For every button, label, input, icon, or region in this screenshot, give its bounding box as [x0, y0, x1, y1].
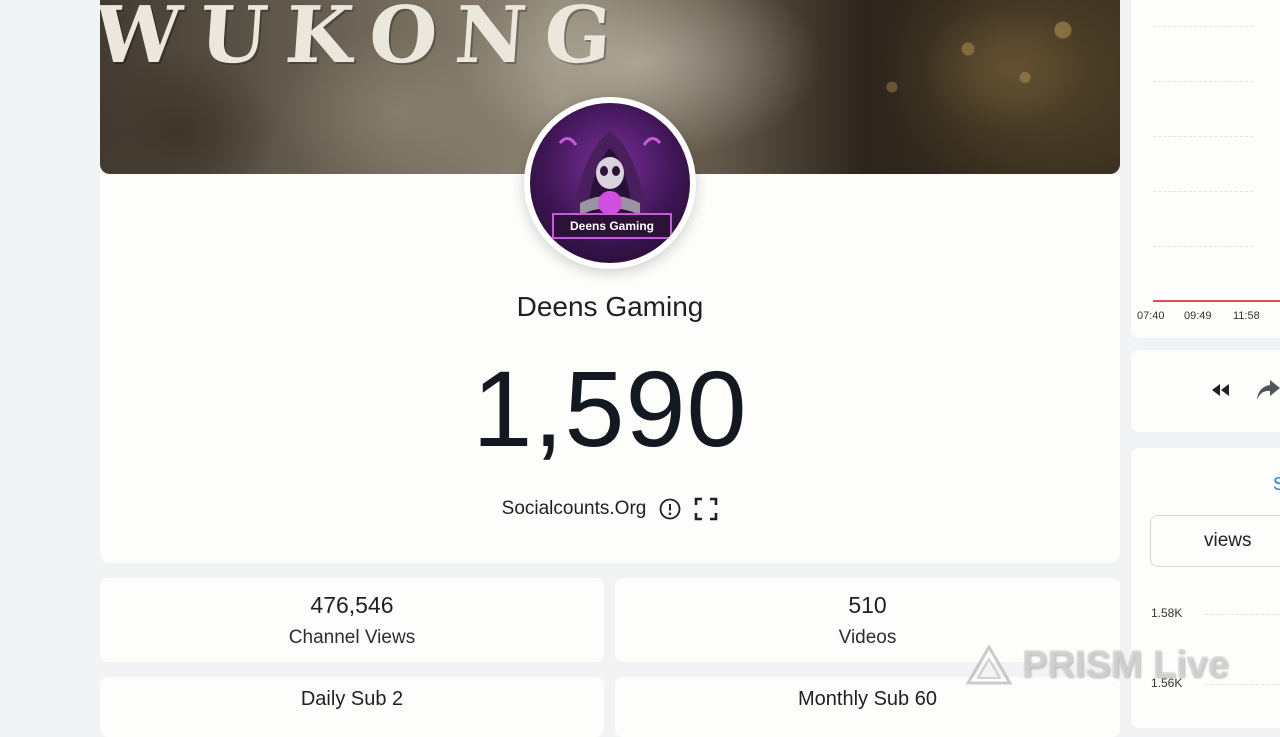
grid-line: [1153, 81, 1253, 82]
grid-line: [1205, 614, 1280, 615]
y-tick: 1.56K: [1151, 676, 1183, 690]
info-circle-icon[interactable]: [658, 497, 682, 521]
channel-avatar[interactable]: Deens Gaming: [524, 97, 696, 269]
panel-link[interactable]: S: [1273, 474, 1280, 495]
metric-select[interactable]: views: [1150, 515, 1280, 567]
grid-line: [1153, 136, 1253, 137]
banner-artwork: [740, 0, 1120, 174]
grid-line: [1153, 191, 1253, 192]
reaper-logo-graphic: [558, 131, 662, 233]
chart-series-line: [1153, 300, 1280, 302]
avatar-image: Deens Gaming: [530, 103, 690, 263]
stats-panel: S views 1.58K 1.56K: [1131, 448, 1280, 728]
source-row: Socialcounts.Org: [100, 497, 1120, 521]
live-chart-panel: 07:40 09:49 11:58: [1131, 0, 1280, 338]
channel-views-label: Channel Views: [288, 627, 416, 648]
fullscreen-icon[interactable]: [694, 497, 718, 521]
videos-label: Videos: [838, 627, 897, 648]
playback-controls: [1131, 350, 1280, 432]
monthly-sub-card: Monthly Sub 60: [615, 677, 1120, 737]
daily-sub-card: Daily Sub 2: [100, 677, 604, 737]
daily-sub-text: Daily Sub 2: [300, 688, 404, 710]
monthly-sub-text: Monthly Sub 60: [798, 688, 937, 710]
time-tick: 09:49: [1184, 310, 1212, 322]
channel-views-value: 476,546: [310, 592, 394, 618]
grid-line: [1153, 246, 1253, 247]
rewind-icon[interactable]: [1211, 382, 1231, 403]
time-tick: 07:40: [1137, 310, 1165, 322]
banner-title: WUKONG: [100, 0, 633, 81]
source-link[interactable]: Socialcounts.Org: [502, 498, 647, 520]
subscriber-count: 1,590: [472, 348, 748, 469]
grid-line: [1205, 684, 1280, 685]
videos-value: 510: [848, 592, 887, 618]
channel-name: Deens Gaming: [516, 291, 704, 322]
grid-line: [1153, 26, 1253, 27]
channel-views-card: 476,546 Channel Views: [100, 578, 604, 662]
share-icon[interactable]: [1255, 378, 1280, 407]
avatar-tag: Deens Gaming: [552, 213, 672, 239]
videos-card: 510 Videos: [615, 578, 1120, 662]
y-tick: 1.58K: [1151, 606, 1183, 620]
time-tick: 11:58: [1233, 310, 1260, 322]
